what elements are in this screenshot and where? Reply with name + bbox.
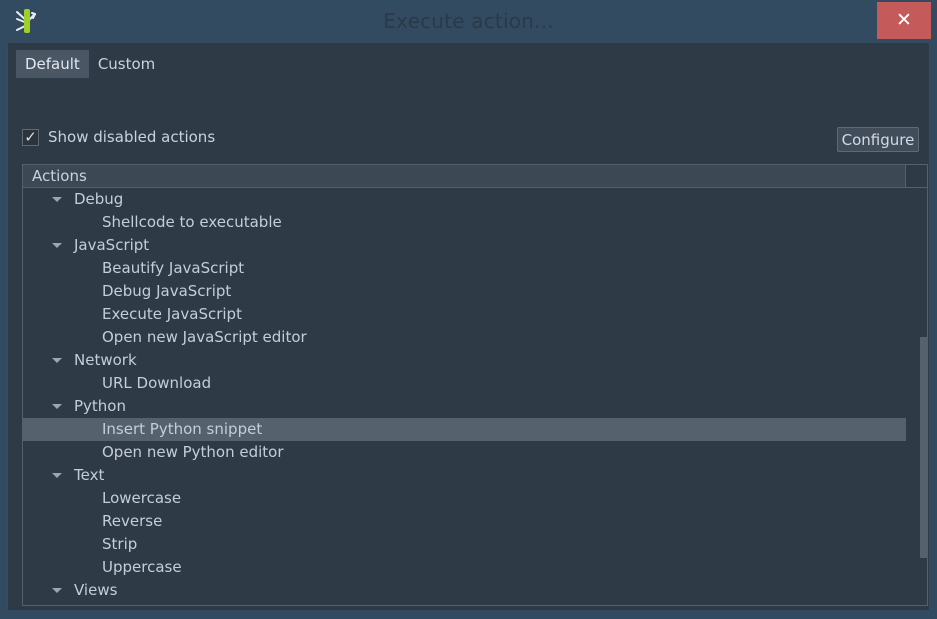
tree-item-row[interactable]: Execute JavaScript — [23, 303, 927, 326]
tab-default[interactable]: Default — [16, 50, 89, 78]
tree-item-row[interactable]: Open new JavaScript editor — [23, 326, 927, 349]
tree-group-label: Network — [74, 351, 137, 369]
chevron-down-icon[interactable] — [51, 234, 63, 257]
tree-group-row[interactable]: Views — [23, 579, 927, 602]
actions-tree-rows: Debug Shellcode to executable JavaScript Be… — [23, 188, 927, 605]
tree-item-row[interactable]: Reverse — [23, 510, 927, 533]
chevron-down-icon[interactable] — [51, 349, 63, 372]
tree-item-row[interactable]: Shellcode to executable — [23, 211, 927, 234]
actions-tree: Actions Debug Shellcode to executable Java… — [22, 164, 928, 606]
header-corner-pad — [906, 165, 927, 188]
tree-item-row[interactable]: Lowercase — [23, 487, 927, 510]
chevron-down-icon[interactable] — [51, 395, 63, 418]
tree-item-label-wrap: Lowercase — [23, 487, 927, 510]
tab-default-label: Default — [25, 55, 80, 73]
tree-item-label: Open new JavaScript editor — [102, 328, 307, 346]
tree-item-label: Uppercase — [102, 558, 182, 576]
tree-item-row[interactable]: Uppercase — [23, 556, 927, 579]
tree-item-row[interactable]: Open new Python editor — [23, 441, 927, 464]
dialog-body: Default Custom ✓ Show disabled actions C… — [7, 43, 930, 610]
tree-group-label: Debug — [74, 190, 124, 208]
close-button[interactable]: ✕ — [877, 2, 931, 39]
tree-item-label: Insert Python snippet — [102, 420, 263, 438]
execute-action-dialog: Execute action... ✕ Default Custom ✓ Sho… — [0, 0, 937, 619]
tree-item-label-wrap: Reverse — [23, 510, 927, 533]
actions-column-header[interactable]: Actions — [23, 165, 906, 188]
configure-button-label: Configure — [841, 130, 915, 149]
tree-group-row[interactable]: Python — [23, 395, 927, 418]
actions-column-header-label: Actions — [32, 167, 87, 185]
check-icon: ✓ — [24, 127, 37, 146]
tree-item-label-wrap: Shellcode to executable — [23, 211, 927, 234]
tree-group-row[interactable]: Network — [23, 349, 927, 372]
tab-custom-label: Custom — [97, 55, 156, 73]
tree-group-label: Python — [74, 397, 126, 415]
tree-item-label: URL Download — [102, 374, 212, 392]
scrollbar-thumb[interactable] — [920, 337, 927, 558]
tree-item-label: Beautify JavaScript — [102, 259, 245, 277]
tree-item-row[interactable]: Insert Python snippet — [23, 418, 927, 441]
tree-item-label-wrap: Debug JavaScript — [23, 280, 927, 303]
tree-group-row[interactable]: Debug — [23, 188, 927, 211]
tree-item-row[interactable]: Strip — [23, 533, 927, 556]
chevron-down-icon[interactable] — [51, 579, 63, 602]
tree-item-label: Open new Python editor — [102, 443, 284, 461]
title-bar[interactable]: Execute action... ✕ — [0, 0, 937, 43]
tree-group-row[interactable]: Text — [23, 464, 927, 487]
tree-group-label: Views — [74, 581, 118, 599]
tree-item-label: Lowercase — [102, 489, 182, 507]
tree-item-label-wrap: Insert Python snippet — [23, 418, 927, 441]
tree-vertical-scrollbar[interactable] — [906, 188, 927, 605]
tree-item-label: Reverse — [102, 512, 163, 530]
configure-button[interactable]: Configure — [837, 127, 919, 152]
tree-item-label-wrap: Uppercase — [23, 556, 927, 579]
tree-item-label-wrap: Execute JavaScript — [23, 303, 927, 326]
tree-item-label-wrap: Beautify JavaScript — [23, 257, 927, 280]
show-disabled-actions-checkbox[interactable]: ✓ — [22, 127, 39, 146]
tree-item-label: Execute JavaScript — [102, 305, 242, 323]
tree-item-label: Debug JavaScript — [102, 282, 232, 300]
chevron-down-icon[interactable] — [51, 188, 63, 211]
chevron-down-icon[interactable] — [51, 464, 63, 487]
tree-item-label-wrap: URL Download — [23, 372, 927, 395]
tree-item-label: Shellcode to executable — [102, 213, 282, 231]
tree-item-row[interactable]: Beautify JavaScript — [23, 257, 927, 280]
tree-item-label-wrap: Strip — [23, 533, 927, 556]
tree-item-label: Strip — [102, 535, 138, 553]
tree-item-row[interactable]: URL Download — [23, 372, 927, 395]
tree-group-label: Text — [74, 466, 105, 484]
tree-item-label-wrap: Open new Python editor — [23, 441, 927, 464]
tab-bar: Default Custom — [16, 50, 164, 78]
show-disabled-actions-label: Show disabled actions — [48, 128, 216, 146]
tab-custom[interactable]: Custom — [89, 50, 164, 78]
window-title: Execute action... — [383, 9, 554, 33]
tree-group-label: JavaScript — [74, 236, 150, 254]
tree-group-row[interactable]: JavaScript — [23, 234, 927, 257]
tree-item-row[interactable]: Debug JavaScript — [23, 280, 927, 303]
close-icon: ✕ — [896, 9, 912, 31]
show-disabled-actions-row[interactable]: ✓ Show disabled actions — [22, 128, 215, 146]
tree-item-label-wrap: Open new JavaScript editor — [23, 326, 927, 349]
